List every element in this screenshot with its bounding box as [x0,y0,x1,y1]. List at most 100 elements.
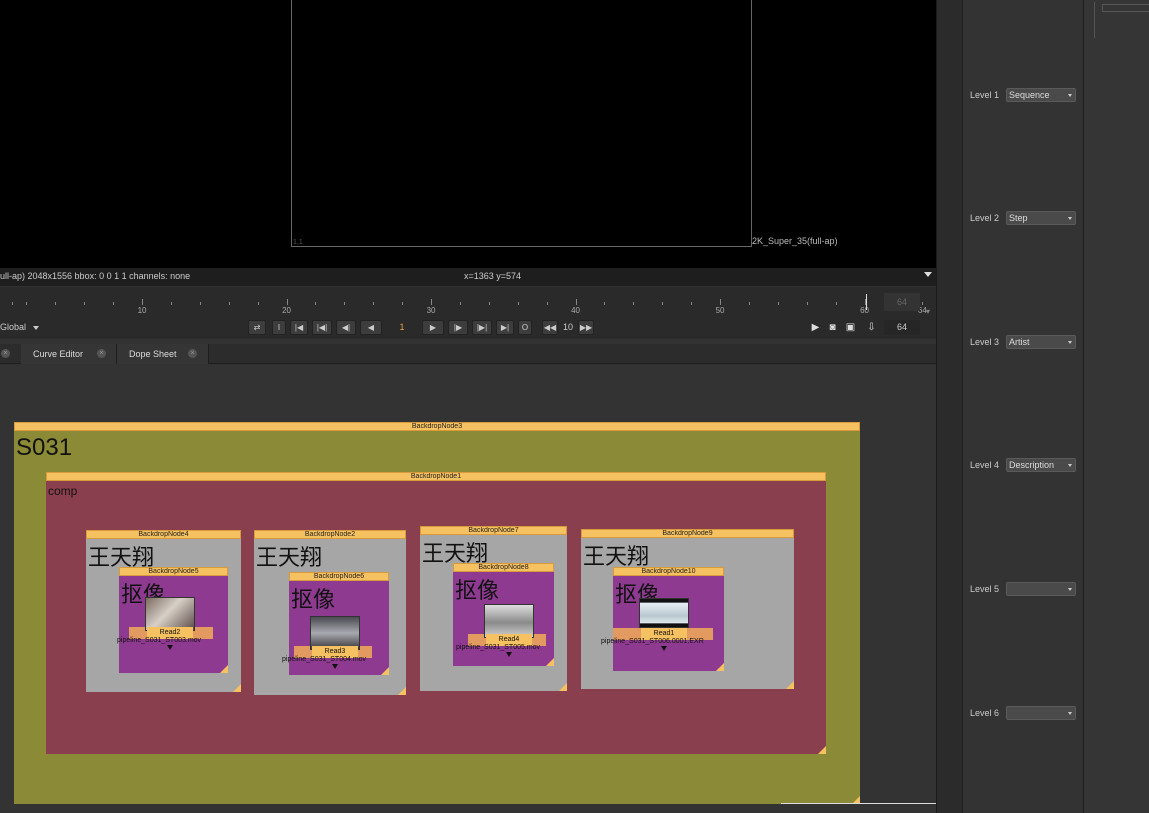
level-4-row: Level 4 Description [963,458,1083,472]
timeline-scroll-arrows-icon[interactable]: ▾ [926,307,930,316]
backdrop-title: BackdropNode1 [46,472,826,481]
resize-handle[interactable] [786,681,794,689]
frame-corner-label: 1,1 [293,239,303,246]
resize-handle[interactable] [398,687,406,695]
node-graph[interactable]: BackdropNode3 S031 BackdropNode1 comp Ba… [0,365,936,813]
ruler-tick [806,302,808,305]
ruler-tick-label: 50 [715,306,725,315]
level-3-select[interactable]: Artist [1006,335,1076,349]
level-4-select[interactable]: Description [1006,458,1076,472]
read-node-read2[interactable]: Read2 pipeline_S031_ST003.mov [117,597,237,653]
play-forward-icon[interactable]: ▶ [422,320,444,335]
cursor-coords: x=1363 y=574 [464,271,522,281]
backdrop-title: BackdropNode5 [119,567,228,576]
tab-label: Curve Editor [33,349,84,359]
timeline-ruler[interactable]: 10 20 30 40 50 60 64 [0,287,927,317]
step-back-icon[interactable]: ◀| [336,320,356,335]
level-6-row: Level 6 [963,706,1083,720]
level-label: Level 2 [970,213,1000,223]
viewer-canvas[interactable]: 1,1 2K_Super_35(full-ap) [0,0,936,268]
read-node-read1[interactable]: Read1 pipeline_S031_ST006.0001.EXR [601,598,731,654]
ruler-tick [748,302,750,305]
ruler-tick [12,302,13,305]
in-point-button[interactable]: I [272,320,286,335]
ruler-tick [344,302,346,305]
step-forward-icon[interactable]: |▶ [448,320,468,335]
ruler-tick [575,299,577,305]
render-icon[interactable]: ◙ [827,322,838,333]
tab-curve-editor[interactable]: Curve Editor × [21,344,117,364]
playhead[interactable] [866,294,867,310]
frame-range-dropdown-icon[interactable] [33,326,39,330]
properties-panel: Level 1 Sequence Level 2 Step Level 3 Ar… [962,0,1082,813]
loop-mode-icon[interactable]: ⇄ [248,320,266,335]
ruler-tick-label: 40 [571,306,580,315]
backdrop-label: 抠像 [291,587,336,612]
close-icon[interactable]: × [1,349,10,358]
viewer-menu-arrow-icon[interactable] [924,272,932,277]
frame-increment-field[interactable]: 10 [560,320,576,335]
resize-handle[interactable] [818,746,826,754]
close-icon[interactable]: × [97,349,106,358]
level-2-select[interactable]: Step [1006,211,1076,225]
ruler-tick [835,302,837,305]
last-frame-icon[interactable]: ▶| [496,320,514,335]
backdrop-label: comp [48,484,78,498]
dropdown-arrow-icon [1068,341,1072,344]
current-frame-field[interactable]: 1 [386,320,418,335]
backdrop-title: BackdropNode6 [289,572,389,581]
backdrop-title: BackdropNode8 [453,563,554,572]
first-frame-icon[interactable]: |◀ [290,320,308,335]
timeline: 10 20 30 40 50 60 64 64 ▾ Global ⇄ I |◀ |◀| ◀|… [0,287,936,339]
play-backward-icon[interactable]: ◀ [360,320,382,335]
level-1-select[interactable]: Sequence [1006,88,1076,102]
read-node-read3[interactable]: Read3 pipeline_S031_ST004.mov [282,616,392,672]
ruler-tick [633,302,635,305]
step-forward-increment-icon[interactable]: ▶▶ [578,320,594,335]
ruler-tick [257,302,259,305]
level-label: Level 4 [970,460,1000,470]
ruler-tick [604,302,606,305]
resize-handle[interactable] [220,665,228,673]
image-info-text: ull-ap) 2048x1556 bbox: 0 0 1 1 channels… [0,271,191,281]
tab-dope-sheet[interactable]: Dope Sheet × [117,344,209,364]
thumbnail [639,598,689,628]
strip-tick-marks [1094,2,1102,38]
flipbook-icon[interactable]: ▶ [810,322,821,333]
ruler-tick [170,302,172,305]
level-label: Level 5 [970,584,1000,594]
read-file-path: pipeline_S031_ST003.mov [117,637,202,644]
ruler-tick [228,302,230,305]
resize-handle[interactable] [716,663,724,671]
level-5-select[interactable] [1006,582,1076,596]
output-arrow-icon [661,646,667,651]
resize-handle[interactable] [233,684,241,692]
dropdown-arrow-icon [1068,464,1072,467]
tab-label: Dope Sheet [129,349,177,359]
ruler-tick [286,299,288,305]
export-icon[interactable]: ⇩ [866,322,877,333]
prev-keyframe-icon[interactable]: |◀| [312,320,332,335]
level-6-select[interactable] [1006,706,1076,720]
resize-handle[interactable] [559,683,567,691]
thumbnail [310,616,360,650]
ruler-tick [459,302,461,305]
ruler-tick [199,302,201,305]
panel-splitter[interactable] [936,0,962,813]
frame-range-mode[interactable]: Global [0,322,26,332]
viewer-info-bar: ull-ap) 2048x1556 bbox: 0 0 1 1 channels… [0,268,936,286]
close-icon[interactable]: × [188,349,197,358]
output-arrow-icon [167,645,173,650]
side-strip [1083,0,1149,813]
thumbnail [484,604,534,638]
read-file-path: pipeline_S031_ST004.mov [282,656,367,663]
end-frame-field[interactable]: 64 [884,320,920,335]
step-back-increment-icon[interactable]: ◀◀ [542,320,558,335]
dropdown-arrow-icon [1068,588,1072,591]
ruler-tick [402,302,404,305]
out-point-button[interactable]: O [518,320,532,335]
read-node-read4[interactable]: Read4 pipeline_S031_ST005.mov [456,604,564,660]
lock-icon[interactable]: ▣ [845,322,856,333]
strip-box[interactable] [1102,4,1149,12]
next-keyframe-icon[interactable]: |▶| [472,320,492,335]
